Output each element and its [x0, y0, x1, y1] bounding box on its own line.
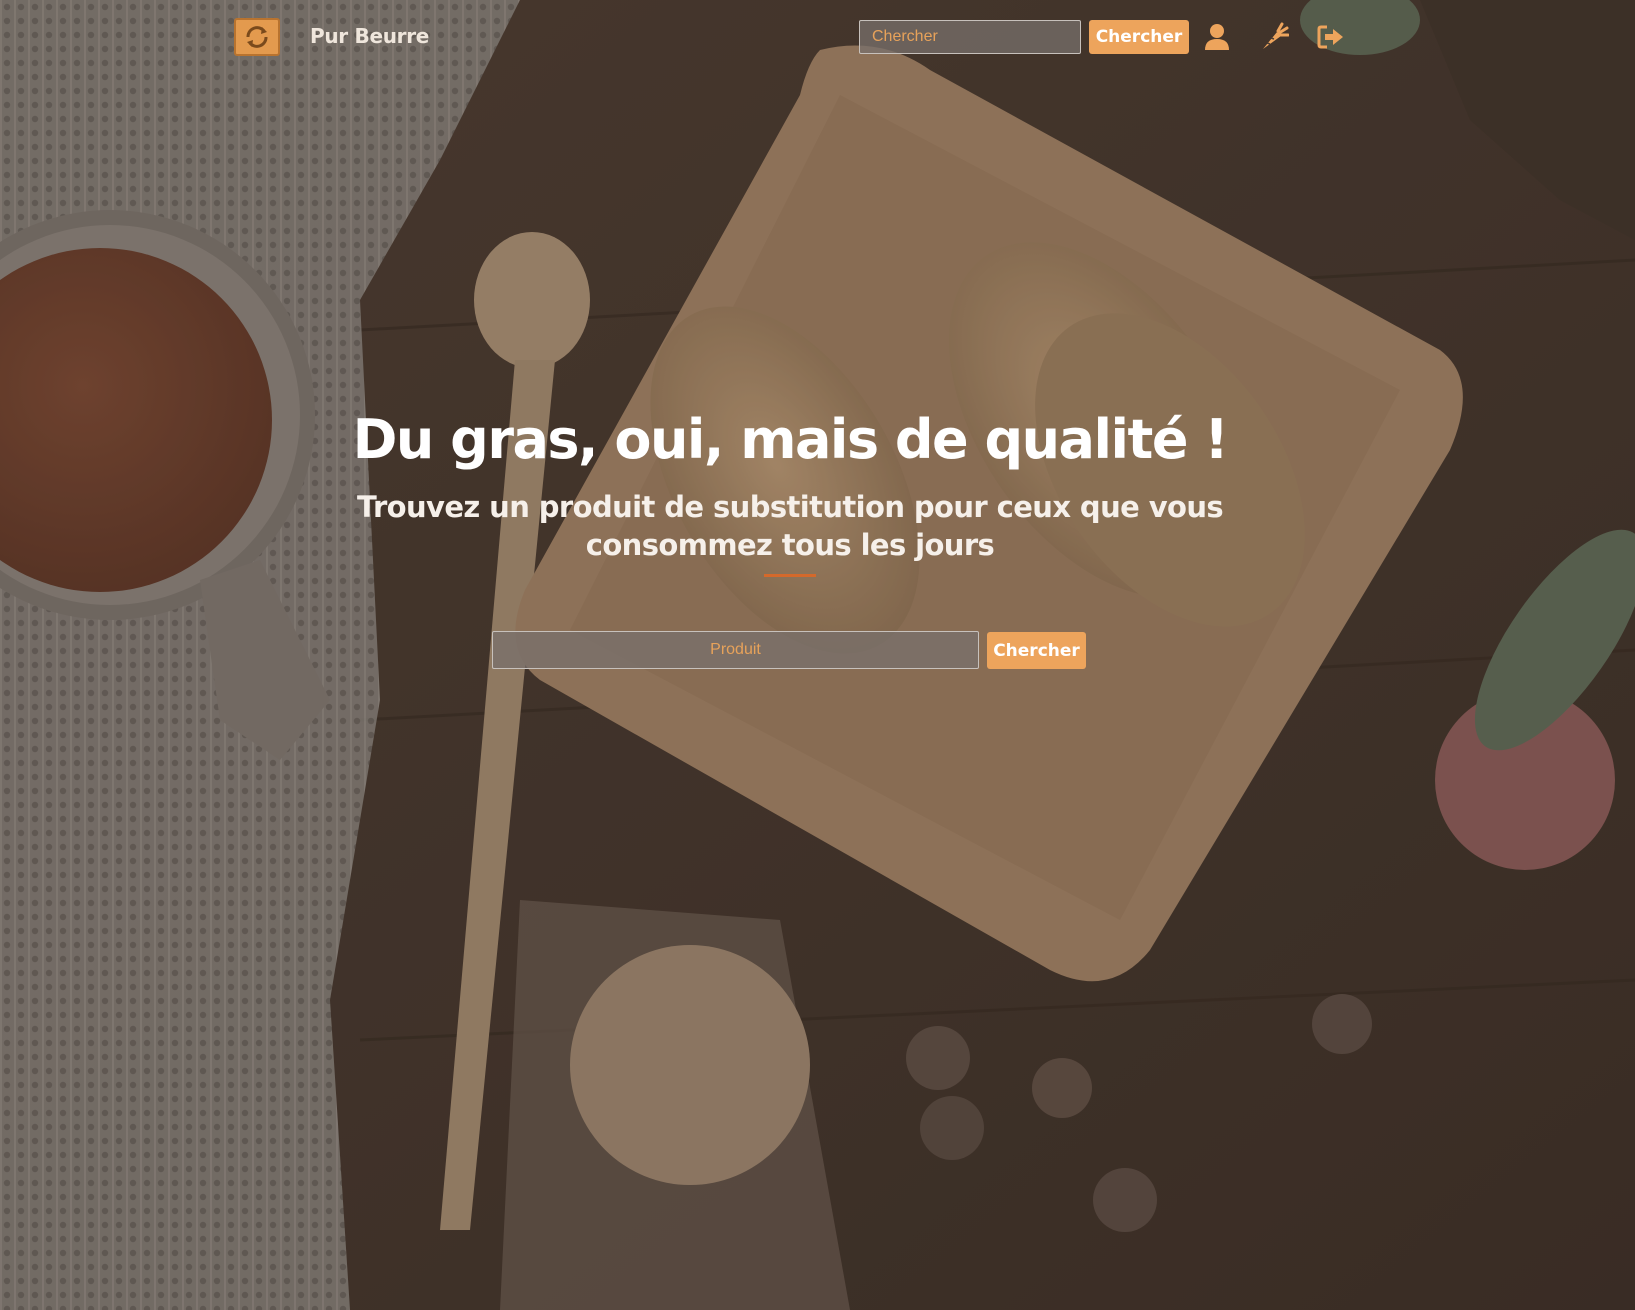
- user-icon: [1205, 24, 1229, 50]
- logout-link[interactable]: [1312, 18, 1350, 56]
- product-search-input[interactable]: [492, 631, 979, 669]
- title-divider: [764, 574, 816, 577]
- sign-out-icon: [1317, 25, 1343, 49]
- hero-subtitle: Trouvez un produit de substitution pour …: [356, 490, 1224, 562]
- product-search-button[interactable]: Chercher: [987, 632, 1086, 669]
- account-link[interactable]: [1198, 18, 1236, 56]
- brand-name[interactable]: Pur Beurre: [310, 24, 429, 48]
- nav-search-button[interactable]: Chercher: [1089, 20, 1189, 54]
- favorites-link[interactable]: [1255, 18, 1293, 56]
- carrot-icon: [1263, 22, 1289, 49]
- refresh-icon: [246, 26, 268, 48]
- logo[interactable]: [234, 18, 280, 56]
- hero-title: Du gras, oui, mais de qualité !: [352, 408, 1229, 471]
- nav-search-input[interactable]: [859, 20, 1081, 54]
- navbar: Pur Beurre Chercher: [0, 0, 1635, 76]
